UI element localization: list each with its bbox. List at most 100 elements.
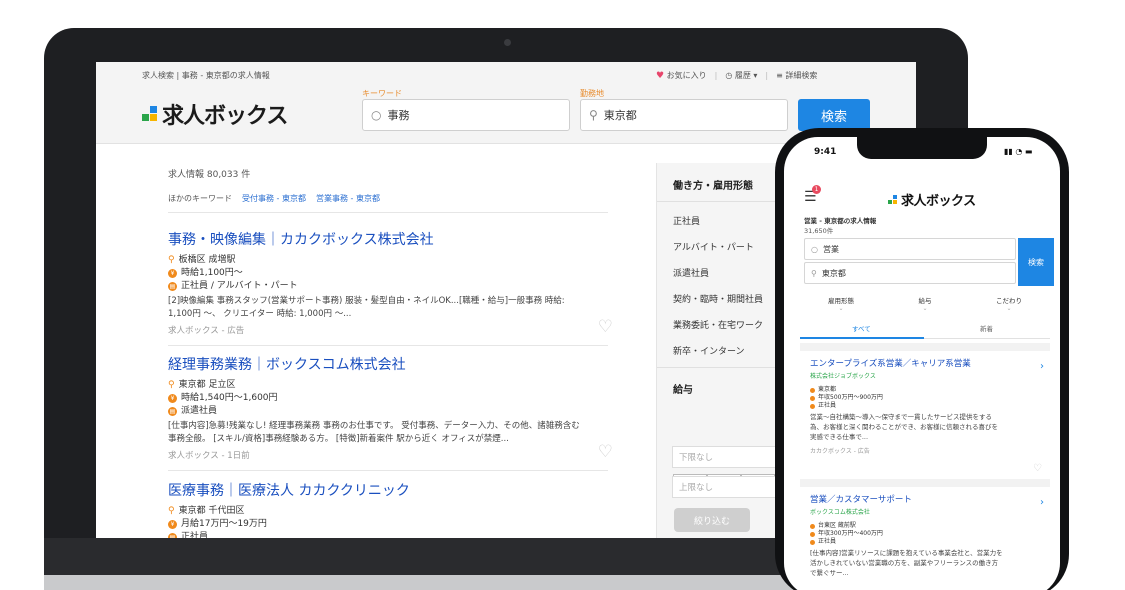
tab-all[interactable]: すべて <box>852 323 871 333</box>
filter-item[interactable]: 正社員 <box>673 214 700 227</box>
job-description: [2]映像編集 事務スタッフ(営業サポート事務) 服装・髪型自由・ネイルOK..… <box>168 295 613 321</box>
job-pay: ¥ 時給1,100円〜 <box>168 267 613 280</box>
breadcrumb: 求人検索 | 事務 - 東京都の求人情報 <box>142 71 270 80</box>
filter-pay[interactable]: 給与 ⌄ <box>884 295 966 312</box>
briefcase-icon: ▤ <box>168 533 177 538</box>
keyword-input[interactable]: ○ 事務 <box>362 99 570 131</box>
divider <box>168 345 608 346</box>
desc-line: で繋ぐサー... <box>810 569 849 577</box>
job-card: 事務・映像編集｜カカクボックス株式会社 ⚲ 板橋区 成増駅 ¥ 時給1,100円〜 … <box>168 229 613 339</box>
keyword-value: 営業 <box>822 244 839 254</box>
job-location: ⚲ 板橋区 成増駅 <box>168 254 613 267</box>
tab-new[interactable]: 新着 <box>980 323 993 333</box>
chevron-right-icon: › <box>1040 361 1044 372</box>
filter-item[interactable]: アルバイト・パート <box>673 240 754 253</box>
mobile-logo[interactable]: 求人ボックス <box>888 190 976 209</box>
location-input[interactable]: ⚲ 東京都 <box>580 99 788 131</box>
mobile-search-button[interactable]: 検索 <box>1018 238 1054 286</box>
clock-icon: ◷ <box>725 71 733 80</box>
job-title-link[interactable]: 事務・映像編集｜カカクボックス株式会社 <box>168 229 613 249</box>
type-text: 派遣社員 <box>181 406 218 416</box>
location-value: 東京都 <box>821 268 846 278</box>
desc-line: 活かしきれていない営業職の方を、副業やフリーランスの働き方 <box>810 559 999 567</box>
filter-preference[interactable]: こだわり ⌄ <box>968 295 1050 312</box>
desc-line: 為、お客様と深く関わることができ、お客様に信頼される喜びを <box>810 423 999 431</box>
job-location: ⚲ 東京都 千代田区 <box>168 505 613 518</box>
job-type: 正社員 <box>810 538 1040 546</box>
mobile-breadcrumb: 営業 - 東京都の求人情報 <box>804 217 877 225</box>
desc-line: [仕事内容]急募!残業なし! 経理事務業務 事務のお仕事です。 受付事務、データ… <box>168 421 580 431</box>
mobile-keyword-input[interactable]: ○ 営業 <box>804 238 1016 260</box>
filter-item[interactable]: 業務委託・在宅ワーク <box>673 318 763 331</box>
job-title: エンタープライズ系営業／キャリア系営業 <box>810 359 971 369</box>
yen-icon: ¥ <box>168 520 177 529</box>
chevron-right-icon: › <box>1040 497 1044 508</box>
mobile-job-card[interactable]: エンタープライズ系営業／キャリア系営業 株式会社ジョブボックス › 東京都 年収… <box>800 343 1050 474</box>
logo-mark-icon <box>142 106 158 122</box>
location-text: 東京都 足立区 <box>178 380 236 390</box>
job-source: 求人ボックス - 広告 <box>168 326 245 336</box>
favorites-link[interactable]: ♥ お気に入り <box>656 70 707 81</box>
job-type: 正社員 <box>810 402 1040 410</box>
desc-line: 営業〜自社構築〜導入〜保守まで一貫したサービス提供をする <box>810 413 992 421</box>
mobile-result-count: 31,650件 <box>804 227 834 235</box>
job-title-link[interactable]: 医療事務｜医療法人 カカククリニック <box>168 480 613 500</box>
job-pay: 年収300万円〜400万円 <box>810 530 1040 538</box>
company-name: 株式会社ジョブボックス <box>810 373 876 380</box>
advanced-search-link[interactable]: ≡ 詳細検索 <box>776 70 817 81</box>
mobile-screen: 9:41 ▮▮ ◔ ▬ ☰ 1 求人ボックス 営業 - 東京都の求人情報 31,… <box>784 137 1060 590</box>
briefcase-icon <box>810 403 815 409</box>
utility-links: ♥ お気に入り | ◷ 履歴 ▾ | ≡ 詳細検索 <box>656 70 817 81</box>
divider <box>168 212 608 213</box>
yen-icon <box>810 531 815 537</box>
site-logo[interactable]: 求人ボックス <box>142 98 288 130</box>
filter-label: 給与 <box>918 297 932 305</box>
heart-outline-icon[interactable]: ♡ <box>1033 463 1042 474</box>
logo-text: 求人ボックス <box>901 194 976 209</box>
job-card: 医療事務｜医療法人 カカククリニック ⚲ 東京都 千代田区 ¥ 月給17万円〜19万… <box>168 480 613 538</box>
search-button[interactable]: 検索 <box>798 99 870 131</box>
mobile-location-input[interactable]: ⚲ 東京都 <box>804 262 1016 284</box>
pay-heading: 給与 <box>673 385 693 396</box>
filter-item[interactable]: 派遣社員 <box>673 266 709 279</box>
mobile-tabs: すべて 新着 <box>800 319 1050 339</box>
pin-icon: ⚲ <box>811 268 817 278</box>
location-label: 勤務地 <box>580 89 604 98</box>
location-text: 板橋区 成増駅 <box>178 255 236 265</box>
search-icon: ○ <box>811 244 818 254</box>
keyword-value: 事務 <box>387 109 410 122</box>
job-description: [仕事内容]営業リソースに課題を抱えている事業会社と、営業力を 活かしきれていな… <box>810 548 1040 578</box>
job-title-link[interactable]: 経理事務業務｜ボックスコム株式会社 <box>168 354 613 374</box>
pin-icon: ⚲ <box>589 108 598 122</box>
site-header: 求人検索 | 事務 - 東京都の求人情報 ♥ お気に入り | ◷ 履歴 ▾ | … <box>96 62 916 144</box>
related-link[interactable]: 営業事務 - 東京都 <box>316 193 380 204</box>
separator: | <box>714 71 718 80</box>
desc-line: [2]映像編集 事務スタッフ(営業サポート事務) 服装・髪型自由・ネイルOK..… <box>168 296 565 306</box>
filter-employment[interactable]: 雇用形態 ⌄ <box>800 295 882 312</box>
company-name: ボックスコム株式会社 <box>810 509 870 516</box>
logo-text: 求人ボックス <box>162 104 288 129</box>
related-link[interactable]: 受付事務 - 東京都 <box>242 193 306 204</box>
pay-text: 時給1,540円〜1,600円 <box>181 393 278 403</box>
history-link[interactable]: ◷ 履歴 ▾ <box>725 70 757 81</box>
filter-item[interactable]: 新卒・インターン <box>673 344 745 357</box>
pay-text: 年収300万円〜400万円 <box>818 530 883 537</box>
result-count: 求人情報 80,033 件 <box>168 170 251 180</box>
type-text: 正社員 <box>181 532 209 538</box>
pin-icon: ⚲ <box>168 506 175 516</box>
mobile-job-card[interactable]: 営業／カスタマーサポート ボックスコム株式会社 › 台東区 蔵前駅 年収300万… <box>800 479 1050 590</box>
filter-item[interactable]: 契約・臨時・期間社員 <box>673 292 763 305</box>
chevron-down-icon: ⌄ <box>1006 305 1012 312</box>
advanced-label: 詳細検索 <box>785 71 818 80</box>
logo-mark-icon <box>888 194 898 205</box>
related-keywords: ほかのキーワード 受付事務 - 東京都 営業事務 - 東京都 <box>168 193 380 204</box>
history-label: 履歴 <box>734 71 751 80</box>
narrow-button[interactable]: 絞り込む <box>674 508 750 532</box>
job-description: [仕事内容]急募!残業なし! 経理事務業務 事務のお仕事です。 受付事務、データ… <box>168 420 613 446</box>
status-time: 9:41 <box>814 147 837 157</box>
job-card: 経理事務業務｜ボックスコム株式会社 ⚲ 東京都 足立区 ¥ 時給1,540円〜1,6… <box>168 354 613 464</box>
heart-outline-icon[interactable]: ♡ <box>598 317 613 337</box>
heart-outline-icon[interactable]: ♡ <box>598 442 613 462</box>
pay-text: 月給17万円〜19万円 <box>181 519 267 529</box>
notification-badge: 1 <box>812 185 821 194</box>
